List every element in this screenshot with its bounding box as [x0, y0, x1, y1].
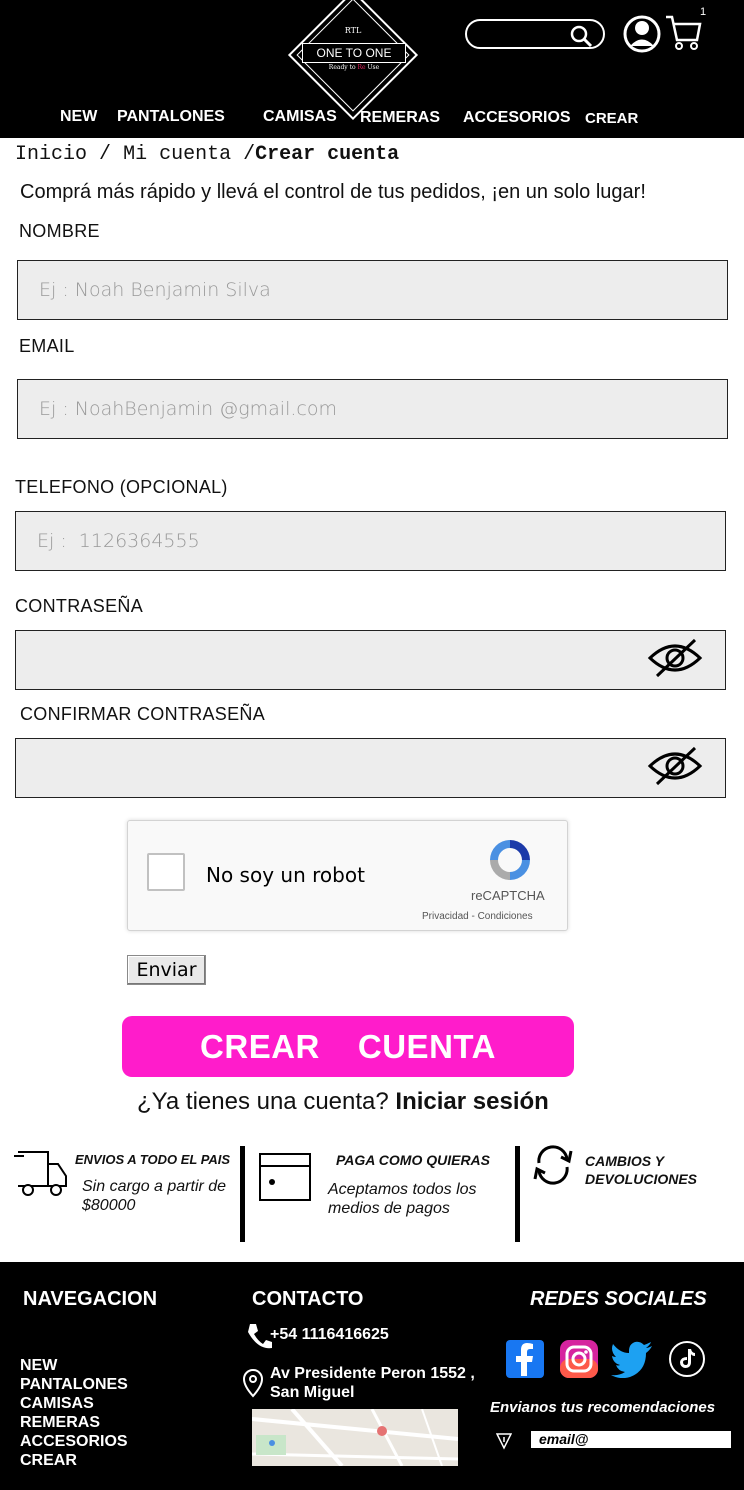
footer-nav-title: NAVEGACION [23, 1288, 158, 1310]
phone-field[interactable] [15, 511, 726, 571]
facebook-icon[interactable] [506, 1340, 544, 1378]
recaptcha-label: No soy un robot [206, 863, 365, 887]
footer-nav-item-crear[interactable]: CREAR [20, 1451, 128, 1470]
twitter-icon[interactable] [610, 1340, 654, 1379]
breadcrumb-separator: / [243, 143, 256, 166]
email-input[interactable] [18, 380, 727, 438]
breadcrumb-account[interactable]: Mi cuenta [123, 143, 231, 166]
eye-slash-icon[interactable] [647, 636, 703, 685]
footer-nav-item-pantalones[interactable]: PANTALONES [20, 1375, 128, 1394]
cart-icon[interactable] [664, 14, 702, 57]
password-label: CONTRASEÑA [15, 596, 144, 616]
phone-icon [246, 1322, 272, 1355]
name-input[interactable] [18, 261, 727, 319]
login-prompt: ¿Ya tienes una cuenta? Iniciar sesión [137, 1088, 549, 1116]
breadcrumb: Inicio / Mi cuenta /Crear cuenta [15, 143, 399, 166]
nav-item-pantalones[interactable]: PANTALONES [117, 108, 225, 126]
recaptcha-privacy-link[interactable]: Privacidad - Condiciones [422, 911, 533, 922]
search-input[interactable] [465, 19, 605, 49]
footer-contact-title: CONTACTO [252, 1288, 364, 1310]
cart-count-badge: 1 [700, 6, 707, 18]
shipping-text: Sin cargo a partir de $80000 [82, 1178, 227, 1214]
site-logo[interactable]: RTL ONE TO ONE Ready to Re Use [280, 0, 425, 121]
breadcrumb-home[interactable]: Inicio [15, 143, 87, 166]
tiktok-icon[interactable] [668, 1340, 706, 1378]
footer-phone[interactable]: +54 1116416625 [270, 1325, 389, 1344]
instagram-icon[interactable] [560, 1340, 598, 1378]
phone-input[interactable] [16, 512, 725, 570]
password-field[interactable] [15, 630, 726, 690]
nav-item-remeras[interactable]: REMERAS [360, 109, 440, 127]
user-account-icon[interactable] [623, 11, 661, 62]
send-arrow-icon[interactable] [495, 1432, 513, 1455]
name-label: NOMBRE [19, 221, 100, 241]
footer-nav-item-camisas[interactable]: CAMISAS [20, 1394, 128, 1413]
password-input[interactable] [16, 631, 725, 689]
footer-address: Av Presidente Peron 1552 , San Miguel [270, 1365, 475, 1401]
footer-social-title: REDES SOCIALES [530, 1288, 707, 1310]
recaptcha-brand: reCAPTCHA [471, 888, 545, 903]
search-icon[interactable] [569, 24, 593, 53]
truck-icon [12, 1150, 68, 1203]
footer-nav-item-accesorios[interactable]: ACCESORIOS [20, 1432, 128, 1451]
recaptcha-widget: No soy un robot reCAPTCHA Privacidad - C… [127, 820, 568, 931]
login-link[interactable]: Iniciar sesión [395, 1088, 548, 1115]
location-pin-icon [242, 1368, 264, 1403]
recaptcha-logo-icon [486, 836, 534, 889]
confirm-password-input[interactable] [16, 739, 725, 797]
logo-tagline: Ready to Re Use [328, 64, 380, 71]
logo-text: ONE TO ONE [302, 43, 406, 63]
site-header: RTL ONE TO ONE Ready to Re Use 1 NEW PAN… [0, 0, 744, 138]
footer-nav-list: NEW PANTALONES CAMISAS REMERAS ACCESORIO… [20, 1356, 128, 1470]
payment-title: PAGA COMO QUIERAS [336, 1152, 491, 1168]
nav-item-crear[interactable]: CREAR [585, 110, 638, 127]
intro-text: Comprá más rápido y llevá el control de … [20, 181, 646, 203]
confirm-password-field[interactable] [15, 738, 726, 798]
confirm-password-label: CONFIRMAR CONTRASEÑA [20, 704, 266, 724]
footer-nav-item-remeras[interactable]: REMERAS [20, 1413, 128, 1432]
breadcrumb-separator: / [99, 143, 112, 166]
create-account-button[interactable]: CREAR CUENTA [122, 1016, 574, 1077]
email-label: EMAIL [19, 336, 75, 356]
send-button[interactable]: Enviar [127, 955, 206, 985]
phone-label: TELEFONO (OPCIONAL) [15, 477, 228, 497]
name-field[interactable] [17, 260, 728, 320]
feature-divider [515, 1146, 520, 1242]
card-icon [258, 1152, 312, 1207]
refresh-exchange-icon [531, 1145, 575, 1190]
nav-item-camisas[interactable]: CAMISAS [263, 108, 337, 126]
recaptcha-checkbox[interactable] [147, 853, 185, 891]
recommend-text: Envianos tus recomendaciones [490, 1399, 716, 1416]
email-field[interactable] [17, 379, 728, 439]
nav-item-accesorios[interactable]: ACCESORIOS [463, 109, 571, 127]
logo-crest: RTL [344, 26, 362, 35]
location-map[interactable] [252, 1409, 458, 1466]
eye-slash-icon[interactable] [647, 744, 703, 793]
login-question: ¿Ya tienes una cuenta? [137, 1088, 389, 1115]
payment-text: Aceptamos todos los medios de pagos [328, 1181, 477, 1217]
site-footer: NAVEGACION NEW PANTALONES CAMISAS REMERA… [0, 1262, 744, 1490]
nav-item-new[interactable]: NEW [60, 108, 97, 126]
feature-divider [240, 1146, 245, 1242]
newsletter-email-input[interactable]: email@ [531, 1431, 731, 1448]
footer-nav-item-new[interactable]: NEW [20, 1356, 128, 1375]
returns-title: CAMBIOS Y DEVOLUCIONES [585, 1153, 698, 1187]
breadcrumb-current: Crear cuenta [255, 143, 400, 166]
shipping-title: ENVIOS A TODO EL PAIS [75, 1152, 231, 1167]
